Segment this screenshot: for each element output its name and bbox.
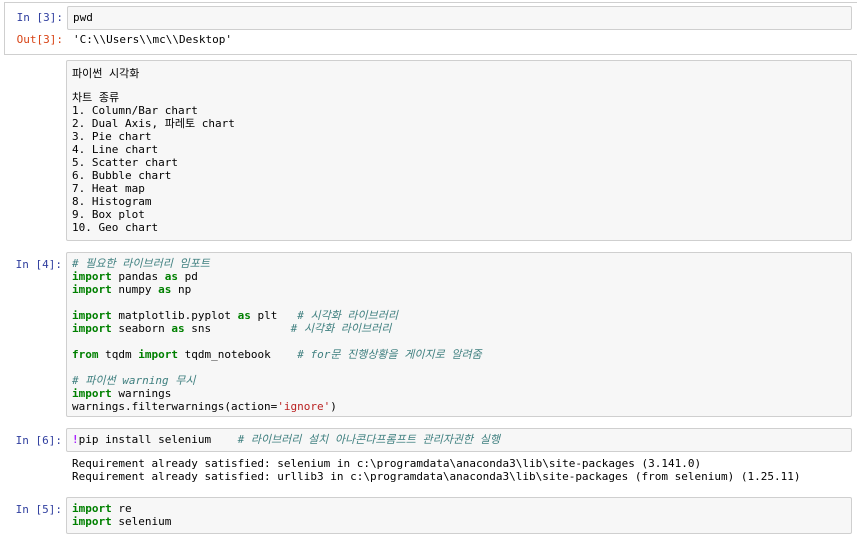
chart-type-item: 5. Scatter chart [72,156,178,169]
code-comment: # 시각화 라이브러리 [297,309,399,322]
code-input[interactable]: pwd [67,6,852,30]
output-prompt: Out[3]: [16,33,63,46]
code-line: # 필요한 라이브러리 임포트 [72,257,846,270]
code-input[interactable]: import re import selenium [66,497,852,534]
code-comment: # 필요한 라이브러리 임포트 [72,257,210,270]
keyword: as [237,309,251,322]
code-line: warnings.filterwarnings(action='ignore') [72,400,337,413]
code-line: # 파이썬 warning 무시 [72,374,846,387]
code-comment: # 파이썬 warning 무시 [72,374,196,387]
input-prompt: In [5]: [15,503,62,516]
markdown-cell[interactable]: 파이썬 시각화 차트 종류 1. Column/Bar chart 2. Dua… [4,60,857,242]
input-prompt: In [6]: [15,434,62,447]
code-line: import numpy as np [72,283,192,296]
code-line: import selenium [72,515,172,528]
keyword: import [72,502,112,515]
keyword: import [72,515,112,528]
keyword: as [158,283,172,296]
code-line: !pip install selenium # 라이브러리 설치 아나콘다프롬프… [72,433,500,446]
markdown-title: 파이썬 시각화 [72,67,140,80]
code-cell-import-selenium[interactable]: In [5]: import re import selenium [4,497,857,537]
string-literal: 'ignore' [277,400,331,413]
shell-bang: ! [72,433,79,446]
chart-type-item: 7. Heat map [72,182,145,195]
code-line: import re [72,502,132,515]
cell-output: Requirement already satisfied: selenium … [66,457,852,483]
chart-type-item: 8. Histogram [72,195,152,208]
chart-type-item: 1. Column/Bar chart [72,104,198,117]
code-line: import pandas as pd [72,270,198,283]
code-cell-imports[interactable]: In [4]: # 필요한 라이브러리 임포트 import pandas as… [4,252,857,418]
markdown-input[interactable]: 파이썬 시각화 차트 종류 1. Column/Bar chart 2. Dua… [66,60,852,241]
keyword: as [164,270,178,283]
markdown-subtitle: 차트 종류 [72,91,120,104]
keyword: import [72,270,112,283]
chart-type-item: 9. Box plot [72,208,145,221]
chart-type-item: 3. Pie chart [72,130,152,143]
output-text: Requirement already satisfied: urllib3 i… [72,470,801,483]
keyword: import [72,309,112,322]
code-line: import seaborn as sns # 시각화 라이브러리 [72,322,392,335]
chart-type-item: 2. Dual Axis, 파레토 chart [72,117,235,130]
code-line: from tqdm import tqdm_notebook # for문 진행… [72,348,482,361]
code-line: import matplotlib.pyplot as plt # 시각화 라이… [72,309,399,322]
code-line: import warnings [72,387,172,400]
code-comment: # for문 진행상황을 게이지로 알려줌 [297,348,482,361]
input-prompt: In [4]: [15,258,62,271]
keyword: from [72,348,99,361]
code-comment: # 시각화 라이브러리 [290,322,392,335]
code-comment: # 라이브러리 설치 아나콘다프롬프트 관리자권한 실행 [237,433,500,446]
code-cell-pwd[interactable]: In [3]: pwd Out[3]: 'C:\\Users\\mc\\Desk… [4,2,857,55]
output-text: Requirement already satisfied: selenium … [72,457,702,470]
keyword: import [72,283,112,296]
code-input[interactable]: # 필요한 라이브러리 임포트 import pandas as pd impo… [66,252,852,417]
code-line: pwd [73,11,93,24]
keyword: import [72,322,112,335]
code-input[interactable]: !pip install selenium # 라이브러리 설치 아나콘다프롬프… [66,428,852,452]
keyword: as [171,322,185,335]
code-cell-pip-install[interactable]: In [6]: !pip install selenium # 라이브러리 설치… [4,428,857,488]
chart-type-item: 10. Geo chart [72,221,159,234]
output-text: 'C:\\Users\\mc\\Desktop' [73,33,232,46]
chart-type-item: 6. Bubble chart [72,169,172,182]
chart-type-item: 4. Line chart [72,143,159,156]
keyword: import [138,348,178,361]
cell-output: 'C:\\Users\\mc\\Desktop' [67,33,852,46]
keyword: import [72,387,112,400]
input-prompt: In [3]: [16,11,63,24]
